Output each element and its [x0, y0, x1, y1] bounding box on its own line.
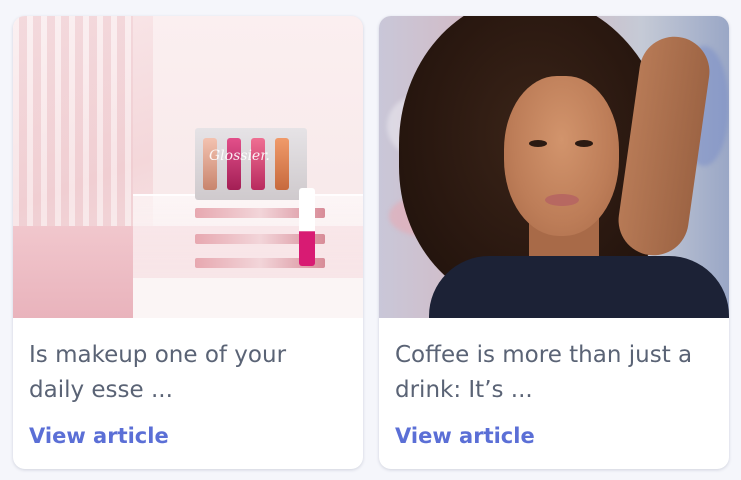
view-article-link[interactable]: View article	[29, 424, 169, 448]
photo-product	[275, 138, 289, 190]
photo-eye	[575, 140, 593, 147]
article-thumbnail-makeup[interactable]: Glossier.	[13, 16, 363, 318]
photo-shirt	[429, 256, 729, 318]
photo-product	[203, 138, 217, 190]
article-excerpt: Coffee is more than just a drink: It’s .…	[395, 342, 693, 403]
view-article-link[interactable]: View article	[395, 424, 535, 448]
photo-lips	[545, 194, 579, 206]
photo-eye	[529, 140, 547, 147]
article-card-grid: Glossier. Is makeup one of your daily es…	[13, 16, 729, 469]
photo-product	[227, 138, 241, 190]
article-excerpt: Is makeup one of your daily esse ...	[29, 342, 287, 403]
photo-face	[504, 76, 619, 236]
article-card-body: Coffee is more than just a drink: It’s .…	[379, 318, 729, 448]
article-card-body: Is makeup one of your daily esse ... Vie…	[13, 318, 363, 448]
article-card[interactable]: Glossier. Is makeup one of your daily es…	[13, 16, 363, 469]
article-card[interactable]: Coffee is more than just a drink: It’s .…	[379, 16, 729, 469]
photo-product	[251, 138, 265, 190]
photo-bottle	[299, 188, 315, 266]
article-thumbnail-portrait[interactable]	[379, 16, 729, 318]
photo-brand-logo: Glossier.	[209, 148, 270, 164]
photo-base	[133, 278, 363, 318]
